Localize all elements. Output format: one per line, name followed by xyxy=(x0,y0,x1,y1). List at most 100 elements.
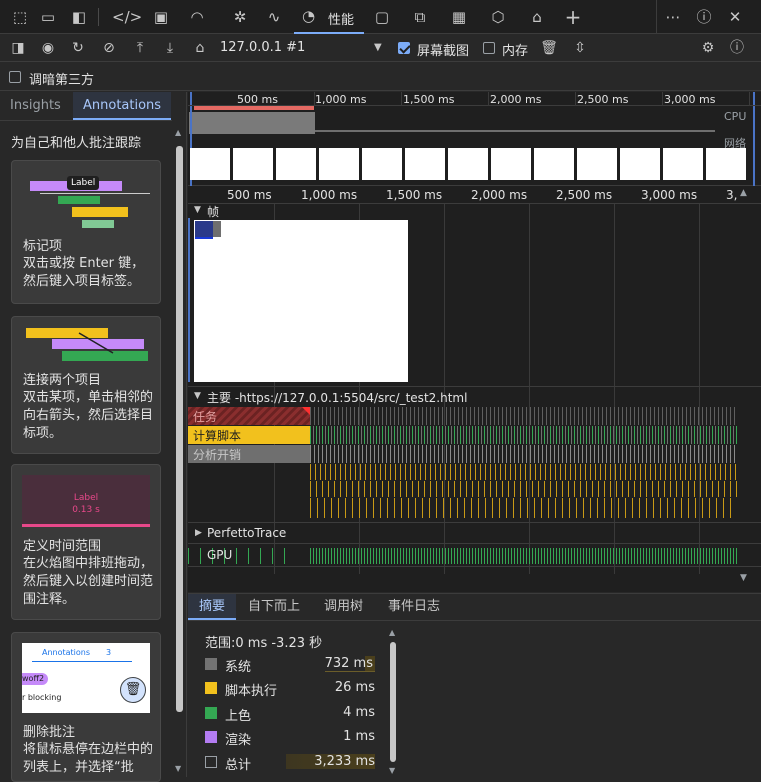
screenshot-frame xyxy=(448,148,488,180)
task-bar[interactable]: 任务 xyxy=(188,407,310,425)
screenshot-frame xyxy=(577,148,617,180)
collapse-icon[interactable]: ⇳ xyxy=(570,38,590,58)
close-devtools-icon[interactable]: ✕ xyxy=(724,6,746,28)
add-tab-icon[interactable]: + xyxy=(562,6,584,28)
reload-record-icon[interactable]: ↻ xyxy=(68,38,88,58)
sources-bug-icon[interactable]: ✲ xyxy=(229,6,251,28)
elements-tab-icon[interactable]: </> xyxy=(112,6,142,28)
console-tab-icon[interactable]: ▣ xyxy=(150,6,172,28)
dock-side-icon[interactable]: ◧ xyxy=(68,6,90,28)
profiling-overhead-bar[interactable]: 分析开销 xyxy=(188,445,310,463)
inspect-element-icon[interactable]: ⬚ xyxy=(9,6,31,28)
recorder-tab-icon[interactable]: ⧉ xyxy=(409,6,431,28)
annotations-sidebar: Insights Annotations 为自己和他人批注跟踪 Label 标记… xyxy=(0,92,187,782)
network-tab-icon[interactable]: ◠ xyxy=(186,6,208,28)
dim-third-party-checkbox[interactable] xyxy=(9,71,21,83)
preview-time: 0.13 s xyxy=(72,505,100,515)
more-options-icon[interactable]: ⋯ xyxy=(662,6,684,28)
ruler-tick: 3, xyxy=(726,188,738,202)
toggle-sidebar-icon[interactable]: ◨ xyxy=(8,38,28,58)
scroll-up-icon[interactable]: ▲ xyxy=(175,128,181,137)
scroll-up-icon[interactable]: ▲ xyxy=(740,188,747,198)
gear-icon[interactable]: ⚙ xyxy=(698,38,718,58)
memory-checkbox[interactable] xyxy=(483,42,495,54)
preview-underline xyxy=(32,661,132,662)
scroll-down-icon[interactable]: ▼ xyxy=(740,573,747,583)
performance-insights-icon[interactable]: ∿ xyxy=(263,6,285,28)
card-desc: 将鼠标悬停在边栏中的列表上，并选择“批 xyxy=(23,742,154,775)
preview-label: Label xyxy=(73,493,99,503)
memory-label: 内存 xyxy=(502,44,529,59)
recording-select-value[interactable]: 127.0.0.1 #1 xyxy=(220,40,305,55)
preview-line xyxy=(40,193,150,194)
tab-event-log[interactable]: 事件日志 xyxy=(388,594,440,620)
summary-name: 系统 xyxy=(225,660,252,675)
tab-annotations[interactable]: Annotations xyxy=(73,92,172,120)
upload-profile-icon[interactable]: ⤒ xyxy=(130,38,150,58)
yellow-flame-row[interactable] xyxy=(310,498,737,518)
download-profile-icon[interactable]: ⤓ xyxy=(160,38,180,58)
screenshot-checkbox[interactable] xyxy=(398,42,410,54)
summary-value: 1 ms xyxy=(343,729,375,744)
tab-insights[interactable]: Insights xyxy=(0,92,71,120)
overhead-flame-row[interactable] xyxy=(310,445,737,463)
task-bar-label: 任务 xyxy=(193,410,218,424)
summary-row: 脚本执行 26 ms xyxy=(205,679,385,699)
security-cube-icon[interactable]: ⬡ xyxy=(487,6,509,28)
yellow-flame-row[interactable] xyxy=(310,481,737,497)
range-label: 范围:0 ms -3.23 秒 xyxy=(205,636,323,651)
expand-perfetto-icon[interactable]: ▶ xyxy=(195,528,202,538)
overview-right-handle[interactable] xyxy=(753,92,755,186)
timeline-overview[interactable]: 500 ms 1,000 ms 1,500 ms 2,000 ms 2,500 … xyxy=(188,92,761,186)
tab-summary[interactable]: 摘要 xyxy=(188,594,236,620)
yellow-flame-row[interactable] xyxy=(310,464,737,480)
tab-call-tree[interactable]: 调用树 xyxy=(324,594,363,620)
main-track-label[interactable]: 主要 -https://127.0.0.1:5504/src/_test2.ht… xyxy=(207,389,467,406)
timeline-panel: 500 ms 1,000 ms 1,500 ms 2,000 ms 2,500 … xyxy=(188,92,761,592)
overview-tick: 2,500 ms xyxy=(577,93,629,106)
screenshot-frame xyxy=(663,148,703,180)
application-tab-icon[interactable]: ▢ xyxy=(371,6,393,28)
tab-performance[interactable]: ◔ 性能 xyxy=(294,0,364,34)
trash-icon[interactable]: 🗑 xyxy=(539,38,559,58)
sidebar-scrollbar[interactable] xyxy=(176,146,183,712)
scroll-down-icon[interactable]: ▼ xyxy=(389,766,395,775)
overview-tick: 1,000 ms xyxy=(315,93,367,106)
summary-row: 系统 732 ms xyxy=(205,655,385,675)
delete-trash-icon: 🗑 xyxy=(120,677,146,703)
help-icon[interactable]: ⓘ xyxy=(693,6,715,28)
expand-frames-icon[interactable]: ▼ xyxy=(194,205,201,215)
script-flame-row[interactable] xyxy=(310,426,737,444)
tab-bottom-up[interactable]: 自下而上 xyxy=(248,594,300,620)
home-icon[interactable]: ⌂ xyxy=(190,38,210,58)
evaluate-script-bar[interactable]: 计算脚本 xyxy=(188,426,310,444)
ruler-tick: 1,000 ms xyxy=(301,188,358,202)
scroll-down-icon[interactable]: ▼ xyxy=(175,764,181,773)
connect-preview xyxy=(22,325,152,365)
card-connect-items: 连接两个项目 双击某项，单击相邻的向右箭头，然后选择目标项。 xyxy=(11,316,161,454)
gpu-track-label[interactable]: GPU xyxy=(207,548,232,562)
scroll-up-icon[interactable]: ▲ xyxy=(389,628,395,637)
task-flame-row[interactable] xyxy=(310,407,737,425)
perfetto-track-label[interactable]: PerfettoTrace xyxy=(207,526,286,540)
ruler-tick: 1,500 ms xyxy=(386,188,443,202)
frame-screenshot[interactable] xyxy=(194,220,408,382)
rendering-swatch xyxy=(205,731,217,743)
gridline xyxy=(662,92,663,106)
cpu-label: CPU xyxy=(724,110,747,123)
memory-chip-icon[interactable]: ▦ xyxy=(448,6,470,28)
expand-main-icon[interactable]: ▼ xyxy=(194,391,201,401)
gridline xyxy=(314,92,315,106)
lighthouse-home-icon[interactable]: ⌂ xyxy=(526,6,548,28)
options-row: 调暗第三方 xyxy=(0,63,761,91)
preview-label: Label xyxy=(67,176,100,190)
frames-track-label[interactable]: 帧 xyxy=(207,203,219,220)
painting-swatch xyxy=(205,707,217,719)
device-toolbar-icon[interactable]: ▭ xyxy=(37,6,59,28)
chevron-down-icon[interactable]: ▼ xyxy=(374,42,382,53)
help-circle-icon[interactable]: ⓘ xyxy=(727,38,747,58)
record-icon[interactable]: ◉ xyxy=(38,38,58,58)
ruler-tick: 500 ms xyxy=(227,188,272,202)
clear-icon[interactable]: ⊘ xyxy=(99,38,119,58)
summary-scrollbar[interactable] xyxy=(390,642,396,762)
